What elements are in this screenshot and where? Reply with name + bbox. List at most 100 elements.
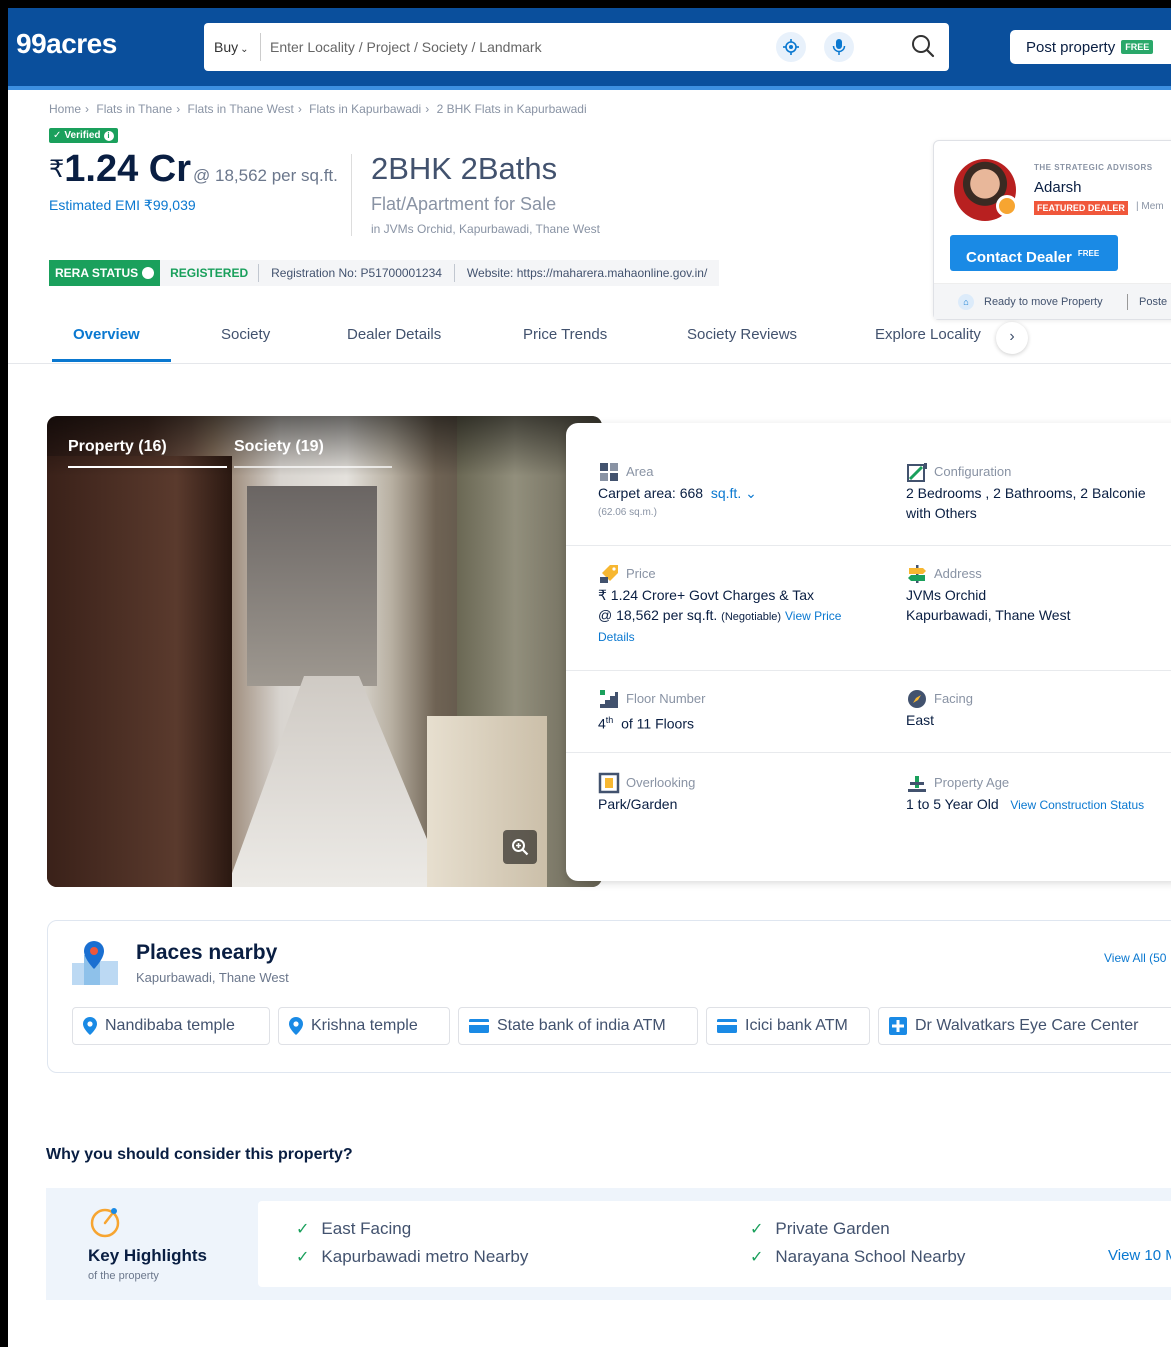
chevron-down-icon: ⌄ [745, 485, 757, 501]
floor-suffix: th [605, 715, 614, 725]
verified-badge: ✓ Verified i [49, 128, 118, 143]
rera-status-label: RERA STATUS [55, 266, 139, 280]
place-chip-label: Icici bank ATM [745, 1017, 848, 1034]
tab-society[interactable]: Society [221, 326, 270, 343]
voice-search-button[interactable] [824, 32, 854, 62]
header-underline [8, 86, 1171, 90]
window-view-icon [598, 772, 620, 794]
highlights-list: ✓ East Facing ✓ Private Garden ✓ Kapurbawad… [258, 1201, 1171, 1287]
place-chip[interactable]: Krishna temple [278, 1007, 450, 1045]
breadcrumb-item[interactable]: Home [49, 102, 81, 116]
info-icon[interactable] [142, 267, 155, 279]
floor-stairs-icon [600, 690, 618, 708]
overlooking-label: Overlooking [626, 775, 696, 790]
dealer-member-label: Mem [1141, 201, 1164, 212]
area-value-row: Carpet area: 668 sq.ft. ⌄ [598, 483, 757, 503]
check-icon: ✓ [296, 1249, 310, 1266]
tab-society-reviews[interactable]: Society Reviews [687, 326, 797, 343]
configuration-line1: 2 Bedrooms , 2 Bathrooms, 2 Balconie [906, 485, 1146, 501]
breadcrumb-item[interactable]: Flats in Kapurbawadi [309, 102, 421, 116]
map-pin-icon [83, 1017, 97, 1035]
tabs-next-button[interactable]: › [996, 322, 1028, 354]
view-all-places-link[interactable]: View All (50 [1104, 951, 1166, 965]
check-icon: ✓ [296, 1221, 310, 1238]
rera-row: RERA STATUS REGISTERED Registration No: … [49, 260, 720, 286]
signpost-icon [908, 565, 926, 583]
place-chip[interactable]: State bank of india ATM [458, 1007, 698, 1045]
breadcrumb-separator: › [85, 102, 90, 116]
locate-me-button[interactable] [776, 32, 806, 62]
why-consider-heading: Why you should consider this property? [46, 1146, 353, 1163]
place-chip[interactable]: Dr Walvatkars Eye Care Center [878, 1007, 1171, 1045]
breadcrumb-separator: › [176, 102, 181, 116]
dealer-card: THE STRATEGIC ADVISORS Adarsh FEATURED D… [933, 140, 1171, 320]
photo-floor [227, 676, 447, 887]
check-icon: ✓ [750, 1221, 764, 1238]
medal-icon [996, 195, 1018, 217]
photo-corridor [247, 486, 377, 686]
view-construction-status-link[interactable]: View Construction Status [1010, 798, 1144, 812]
configuration-icon [907, 463, 927, 482]
highlight-label: East Facing [321, 1219, 412, 1238]
address-detail: Address JVMs Orchid Kapurbawadi, Thane W… [906, 563, 1070, 625]
tab-overview[interactable]: Overview [73, 326, 140, 343]
estimated-emi-link[interactable]: Estimated EMI ₹99,039 [49, 197, 196, 214]
address-label-row: Address [906, 563, 1070, 585]
contact-dealer-button[interactable]: Contact Dealer FREE [950, 235, 1118, 271]
rera-website[interactable]: Website: https://maharera.mahaonline.gov… [455, 266, 719, 280]
place-chip[interactable]: Nandibaba temple [72, 1007, 270, 1045]
negotiable-label: (Negotiable) [721, 611, 782, 623]
tab-price-trends[interactable]: Price Trends [523, 326, 607, 343]
view-more-highlights-link[interactable]: View 10 M [1108, 1247, 1171, 1264]
property-age-label-row: Property Age [906, 772, 1144, 794]
atm-card-icon [469, 1019, 489, 1033]
gallery-tabs: Property (16) Society (19) [47, 416, 602, 476]
facing-detail: Facing East [906, 688, 973, 730]
info-icon[interactable]: i [103, 130, 114, 141]
property-age-value-row: 1 to 5 Year Old View Construction Status [906, 794, 1144, 815]
site-logo[interactable]: 99acres [16, 28, 117, 60]
view-price-details-link-cont[interactable]: Details [598, 627, 841, 647]
view-price-details-link[interactable]: View Price [785, 609, 841, 623]
rera-registration-number: Registration No: P51700001234 [271, 266, 442, 280]
check-icon: ✓ [750, 1249, 764, 1266]
place-chip[interactable]: Icici bank ATM [706, 1007, 870, 1045]
buy-dropdown[interactable]: Buy ⌄ [214, 39, 249, 55]
verified-label: Verified [64, 130, 101, 141]
search-button[interactable] [910, 33, 938, 61]
places-nearby-subtitle: Kapurbawadi, Thane West [136, 970, 289, 985]
gallery-tab-property[interactable]: Property (16) [68, 438, 227, 468]
breadcrumb-item[interactable]: Flats in Thane [96, 102, 172, 116]
area-unit-label: sq.ft. [710, 485, 742, 501]
ready-to-move-label: Ready to move Property [984, 296, 1103, 308]
breadcrumb-item[interactable]: Flats in Thane West [188, 102, 294, 116]
facing-label-row: Facing [906, 688, 973, 710]
buy-dropdown-label: Buy [214, 39, 239, 55]
posted-label: Poste [1139, 296, 1168, 308]
tab-dealer-details[interactable]: Dealer Details [347, 326, 441, 343]
crosshair-icon [783, 39, 799, 55]
configuration-label-row: Configuration [906, 461, 1146, 483]
overlooking-detail: Overlooking Park/Garden [598, 772, 695, 814]
gallery-tab-society[interactable]: Society (19) [234, 438, 392, 468]
configuration-detail: Configuration 2 Bedrooms , 2 Bathrooms, … [906, 461, 1146, 523]
post-property-button[interactable]: Post property FREE [1010, 30, 1171, 64]
footer-divider [1127, 294, 1128, 310]
facing-value: East [906, 712, 935, 728]
search-input[interactable] [270, 33, 750, 61]
rera-status-badge: RERA STATUS [49, 260, 161, 286]
highlight-item: ✓ East Facing [296, 1219, 411, 1239]
area-unit-dropdown[interactable]: sq.ft. ⌄ [711, 485, 757, 501]
zoom-button[interactable] [503, 830, 537, 864]
dealer-member-text: | Mem [1136, 201, 1164, 212]
tab-explore-locality[interactable]: Explore Locality [875, 326, 981, 343]
price-divider [351, 154, 352, 236]
photo-door [47, 456, 232, 887]
highlight-label: Kapurbawadi metro Nearby [321, 1247, 529, 1266]
highlight-item: ✓ Private Garden [750, 1219, 890, 1239]
contact-dealer-label: Contact Dealer [966, 249, 1072, 266]
property-type: Flat/Apartment for Sale [371, 194, 557, 214]
breadcrumb-item[interactable]: 2 BHK Flats in Kapurbawadi [437, 102, 587, 116]
property-photo-gallery[interactable]: Property (16) Society (19) [47, 416, 602, 887]
price-line2-row: @ 18,562 per sq.ft. (Negotiable) View Pr… [598, 605, 841, 627]
